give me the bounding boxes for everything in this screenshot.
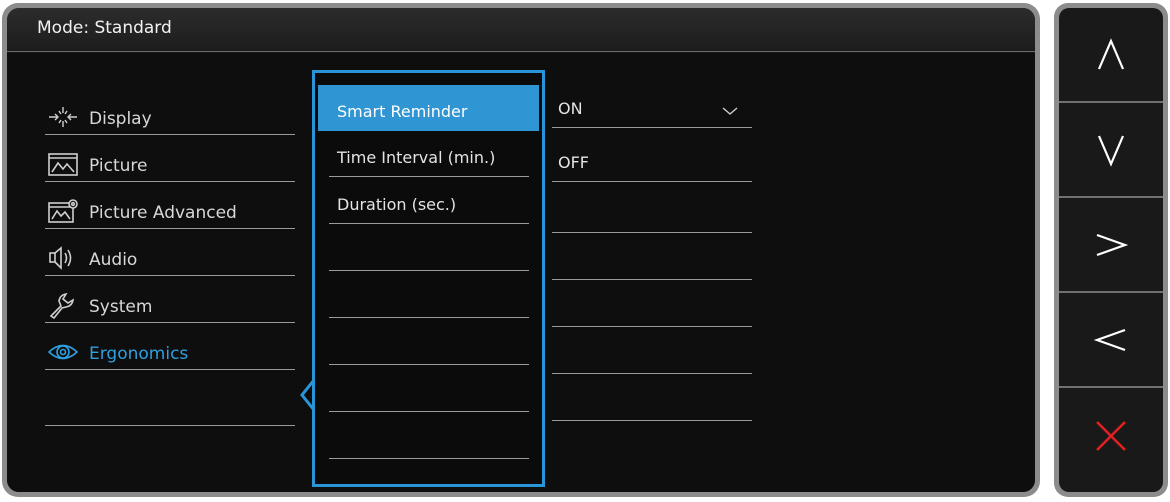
menu-item-ergonomics[interactable]: Ergonomics — [45, 324, 295, 370]
up-button[interactable] — [1059, 8, 1163, 103]
menu-divider — [45, 425, 295, 426]
down-arrow-icon — [1097, 135, 1125, 167]
submenu-item-duration[interactable]: Duration (sec.) — [329, 178, 529, 224]
right-button[interactable] — [1059, 198, 1163, 293]
submenu-empty-row — [329, 225, 529, 271]
left-button[interactable] — [1059, 293, 1163, 388]
submenu-empty-row — [329, 272, 529, 318]
speaker-icon — [49, 246, 72, 270]
menu-item-label: Ergonomics — [89, 344, 189, 364]
option-empty-row — [552, 375, 752, 421]
option-empty-row — [552, 281, 752, 327]
chevron-down-icon — [722, 107, 738, 115]
right-arrow-icon — [1096, 233, 1129, 256]
option-empty-row — [552, 234, 752, 280]
option-on[interactable]: ON — [552, 82, 752, 128]
menu-item-label: Picture — [89, 156, 148, 176]
option-off[interactable]: OFF — [552, 136, 752, 182]
menu-item-picture[interactable]: Picture — [45, 136, 295, 182]
submenu-item-label: Duration (sec.) — [337, 195, 457, 214]
option-label: OFF — [558, 153, 589, 172]
submenu-empty-row — [329, 366, 529, 412]
osd-header: Mode: Standard — [7, 8, 1035, 52]
picture-icon — [48, 153, 78, 176]
option-label: ON — [558, 99, 583, 118]
picture-advanced-icon — [48, 199, 78, 223]
menu-item-display[interactable]: Display — [45, 89, 295, 135]
eye-icon — [47, 344, 79, 360]
down-button[interactable] — [1059, 103, 1163, 198]
display-icon — [49, 107, 77, 127]
submenu-item-label: Time Interval (min.) — [337, 148, 496, 167]
close-button[interactable] — [1059, 388, 1163, 483]
submenu-item-time-interval[interactable]: Time Interval (min.) — [329, 131, 529, 177]
submenu-item-label: Smart Reminder — [337, 102, 468, 121]
mode-title: Mode: Standard — [37, 18, 172, 38]
menu-item-label: System — [89, 297, 153, 317]
left-arrow-icon — [1093, 328, 1126, 351]
option-empty-row — [552, 187, 752, 233]
osd-panel: Mode: Standard Display Picture Picture A… — [2, 3, 1040, 497]
wrench-icon — [49, 292, 75, 319]
menu-item-system[interactable]: System — [45, 277, 295, 323]
option-empty-row — [552, 328, 752, 374]
menu-item-label: Audio — [89, 250, 138, 270]
up-arrow-icon — [1097, 37, 1125, 69]
nav-panel — [1054, 3, 1168, 497]
osd-content: Display Picture Picture Advanced Audio S… — [7, 53, 1035, 492]
submenu-item-smart-reminder[interactable]: Smart Reminder — [318, 85, 539, 131]
submenu-empty-row — [329, 319, 529, 365]
menu-item-label: Picture Advanced — [89, 203, 237, 223]
menu-item-label: Display — [89, 109, 152, 129]
submenu-empty-row — [329, 413, 529, 459]
menu-item-audio[interactable]: Audio — [45, 230, 295, 276]
submenu-panel: Smart Reminder Time Interval (min.) Dura… — [312, 70, 545, 487]
menu-item-picture-advanced[interactable]: Picture Advanced — [45, 183, 295, 229]
close-icon — [1096, 420, 1126, 451]
